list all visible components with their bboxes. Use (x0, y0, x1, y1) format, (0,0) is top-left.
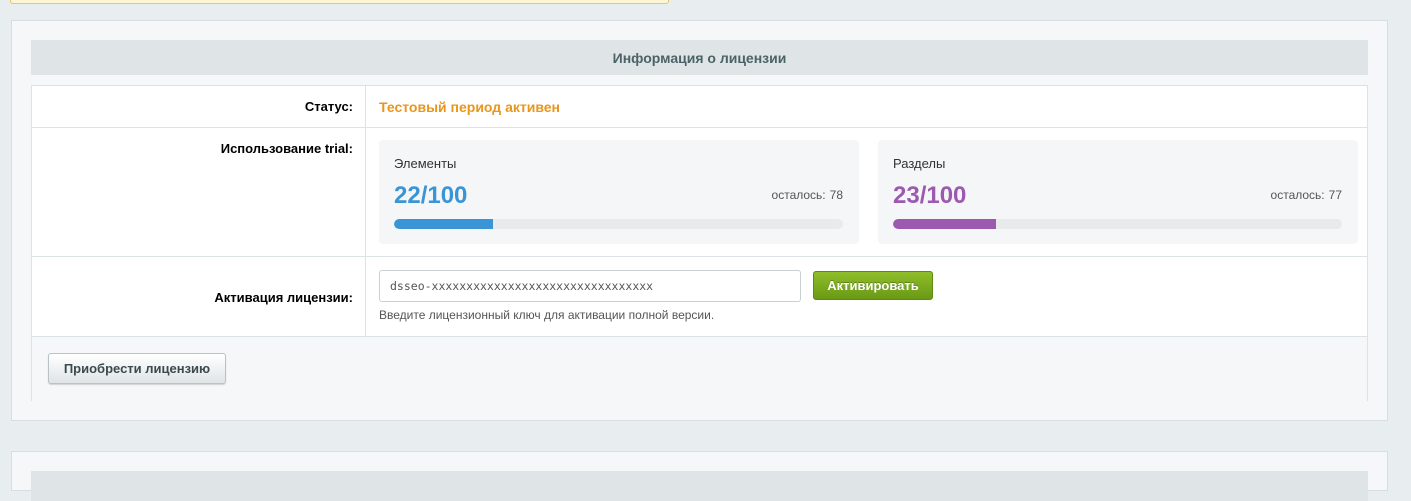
elements-title: Элементы (394, 156, 457, 171)
sections-usage-card: Разделы 23/100 осталось: 77 (878, 140, 1358, 244)
next-panel (11, 451, 1388, 501)
trial-label: Использование trial: (32, 128, 366, 256)
status-label: Статус: (32, 86, 366, 127)
status-row: Статус: Тестовый период активен (32, 86, 1367, 128)
status-value-cell: Тестовый период активен (367, 86, 1367, 127)
elements-remaining-value: 78 (829, 188, 843, 202)
elements-usage-card: Элементы 22/100 осталось: 78 (379, 140, 859, 244)
license-panel: Информация о лицензии Статус: Тестовый п… (11, 20, 1388, 421)
license-table: Статус: Тестовый период активен Использо… (31, 85, 1368, 401)
activation-value-cell: Активировать Введите лицензионный ключ д… (367, 257, 1367, 336)
buy-license-button[interactable]: Приобрести лицензию (48, 353, 226, 384)
sections-remaining-label: осталось: (1270, 188, 1325, 202)
buy-row: Приобрести лицензию (32, 337, 1367, 401)
sections-remaining-value: 77 (1328, 188, 1342, 202)
trial-row: Использование trial: Элементы 22/100 ост… (32, 128, 1367, 257)
elements-remaining: осталось: 78 (772, 188, 843, 202)
activate-button[interactable]: Активировать (813, 271, 933, 300)
license-panel-header: Информация о лицензии (31, 40, 1368, 75)
activation-hint: Введите лицензионный ключ для активации … (379, 308, 715, 322)
top-notice-bar (10, 0, 669, 4)
activation-row: Активация лицензии: Активировать Введите… (32, 257, 1367, 337)
sections-count: 23/100 (893, 182, 967, 209)
activation-label: Активация лицензии: (32, 257, 366, 336)
sections-progress-bar (893, 219, 1342, 229)
trial-value-cell: Элементы 22/100 осталось: 78 Разделы 23/1… (367, 128, 1367, 256)
elements-remaining-label: осталось: (771, 188, 826, 202)
elements-count: 22/100 (394, 182, 468, 209)
sections-progress-fill (893, 219, 997, 229)
sections-remaining: осталось: 77 (1271, 188, 1342, 202)
status-value: Тестовый период активен (379, 99, 560, 115)
next-panel-header (31, 471, 1368, 501)
sections-title: Разделы (893, 156, 946, 171)
license-key-input[interactable] (379, 270, 801, 302)
elements-progress-bar (394, 219, 843, 229)
elements-progress-fill (394, 219, 493, 229)
